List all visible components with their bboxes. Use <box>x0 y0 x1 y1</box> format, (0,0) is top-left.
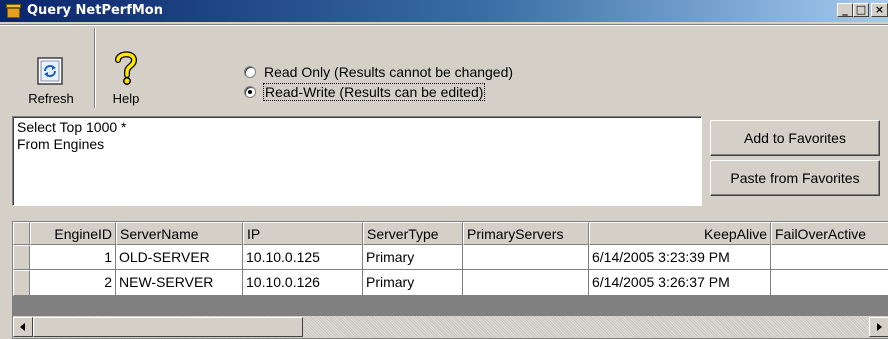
row-selector[interactable] <box>13 270 30 296</box>
window-title: Query NetPerfMon <box>27 3 163 18</box>
table-cell[interactable]: 10.10.0.125 <box>243 245 363 270</box>
horizontal-scrollbar[interactable] <box>13 316 888 338</box>
column-header-keepalive[interactable]: KeepAlive <box>589 222 771 245</box>
column-header-ip[interactable]: IP <box>243 222 363 245</box>
row-selector[interactable] <box>13 245 30 270</box>
table-cell[interactable] <box>463 270 589 296</box>
table-cell[interactable] <box>463 245 589 270</box>
question-mark-icon <box>115 51 138 85</box>
read-write-radio[interactable] <box>244 86 256 99</box>
close-button[interactable]: × <box>871 3 888 17</box>
refresh-label: Refresh <box>28 91 74 106</box>
refresh-icon <box>37 57 63 85</box>
table-cell[interactable]: 2 <box>30 270 116 296</box>
table-cell[interactable]: 6/14/2005 3:26:37 PM <box>589 270 771 296</box>
scroll-right-button[interactable] <box>869 317 888 337</box>
results-grid[interactable]: EngineID ServerName IP ServerType Primar… <box>12 221 888 339</box>
table-cell[interactable]: Primary <box>363 245 463 270</box>
title-bar[interactable]: Query NetPerfMon _ □ × <box>0 0 888 22</box>
column-header-failoveractive[interactable]: FailOverActive <box>771 222 888 245</box>
table-cell[interactable] <box>771 245 888 270</box>
refresh-button[interactable]: Refresh <box>10 26 92 110</box>
database-icon <box>6 4 21 18</box>
results-grid-body: EngineID ServerName IP ServerType Primar… <box>13 222 888 296</box>
arrow-left-icon <box>20 323 25 331</box>
minimize-button[interactable]: _ <box>837 3 853 17</box>
help-button[interactable]: Help <box>96 26 156 110</box>
table-cell[interactable]: 10.10.0.126 <box>243 270 363 296</box>
table-cell[interactable]: OLD-SERVER <box>116 245 243 270</box>
help-label: Help <box>112 91 140 106</box>
read-only-option[interactable]: Read Only (Results cannot be changed) <box>244 64 513 84</box>
table-cell[interactable]: 6/14/2005 3:23:39 PM <box>589 245 771 270</box>
grid-corner[interactable] <box>13 222 30 245</box>
read-write-label: Read-Write (Results can be edited) <box>262 83 486 101</box>
scrollbar-thumb[interactable] <box>33 317 303 337</box>
column-header-servername[interactable]: ServerName <box>116 222 243 245</box>
read-only-radio[interactable] <box>244 66 256 79</box>
column-header-engineid[interactable]: EngineID <box>30 222 116 245</box>
table-cell[interactable]: 1 <box>30 245 116 270</box>
column-header-servertype[interactable]: ServerType <box>363 222 463 245</box>
table-cell[interactable] <box>771 270 888 296</box>
table-cell[interactable]: Primary <box>363 270 463 296</box>
read-write-option[interactable]: Read-Write (Results can be edited) <box>244 83 486 104</box>
column-header-primaryservers[interactable]: PrimaryServers <box>463 222 589 245</box>
paste-from-favorites-button[interactable]: Paste from Favorites <box>710 160 880 196</box>
arrow-right-icon <box>877 323 882 331</box>
read-only-label: Read Only (Results cannot be changed) <box>264 64 514 80</box>
table-cell[interactable]: NEW-SERVER <box>116 270 243 296</box>
maximize-button[interactable]: □ <box>853 3 869 17</box>
add-to-favorites-button[interactable]: Add to Favorites <box>710 120 880 156</box>
grid-empty-area <box>13 296 888 316</box>
scroll-left-button[interactable] <box>13 317 33 337</box>
query-window: Query NetPerfMon _ □ × Refresh Help Read… <box>0 0 888 339</box>
query-textbox[interactable]: Select Top 1000 * From Engines <box>12 116 702 206</box>
